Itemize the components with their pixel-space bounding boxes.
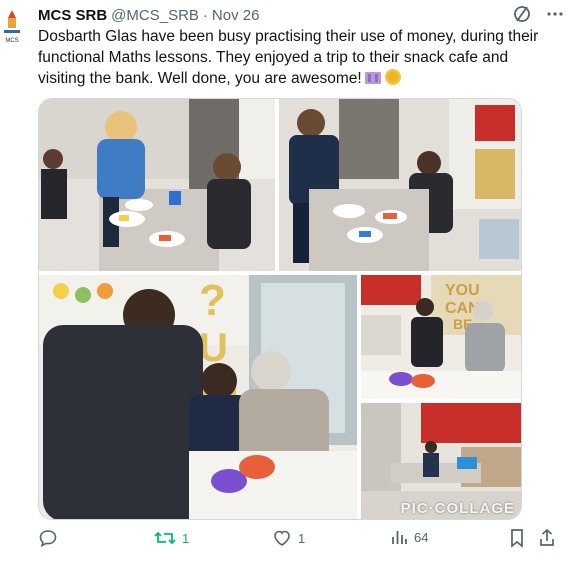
photo-classroom[interactable]: PIC·COLLAGE bbox=[361, 403, 521, 519]
share-button[interactable] bbox=[538, 528, 556, 548]
svg-text:MCS: MCS bbox=[5, 38, 18, 44]
retweet-count: 1 bbox=[182, 530, 190, 546]
wall-word-you: YOU bbox=[445, 282, 480, 299]
reply-button[interactable] bbox=[38, 528, 64, 548]
money-icon bbox=[364, 70, 382, 92]
tweet-header: MCS SRB @MCS_SRB · Nov 26 bbox=[38, 4, 586, 26]
views-button[interactable]: 64 bbox=[390, 528, 428, 546]
photo-bank-visit[interactable]: ? U AN bbox=[39, 275, 357, 519]
bookmark-button[interactable] bbox=[508, 528, 526, 548]
author-handle[interactable]: @MCS_SRB bbox=[111, 7, 199, 24]
views-count: 64 bbox=[414, 529, 429, 545]
views-icon bbox=[390, 528, 408, 546]
media-collage[interactable]: ? U AN YOU CAN BE bbox=[38, 98, 522, 520]
like-count: 1 bbox=[298, 530, 306, 546]
tweet-text: Dosbarth Glas have been busy practising … bbox=[38, 26, 558, 92]
wall-letters-u: U bbox=[199, 326, 228, 370]
tweet-body: Dosbarth Glas have been busy practising … bbox=[38, 28, 539, 87]
wall-letters-q: ? bbox=[199, 276, 226, 325]
collage-watermark: PIC·COLLAGE bbox=[400, 500, 515, 517]
author-avatar[interactable]: MCS bbox=[0, 8, 24, 48]
coin-icon bbox=[384, 68, 402, 92]
more-options-icon[interactable] bbox=[546, 5, 564, 23]
tweet-date[interactable]: Nov 26 bbox=[212, 7, 260, 24]
action-bar: 1 1 64 bbox=[38, 528, 568, 554]
heart-icon bbox=[272, 528, 292, 548]
bookmark-icon bbox=[508, 528, 526, 548]
reply-icon bbox=[38, 528, 58, 548]
retweet-icon bbox=[154, 528, 176, 548]
author-name[interactable]: MCS SRB bbox=[38, 7, 107, 24]
photo-you-can-be-wall[interactable]: YOU CAN BE bbox=[361, 275, 521, 399]
share-icon bbox=[538, 528, 556, 548]
like-button[interactable]: 1 bbox=[272, 528, 305, 548]
photo-cafe-table-2[interactable] bbox=[279, 99, 521, 271]
header-icons bbox=[512, 4, 564, 24]
separator-dot: · bbox=[202, 6, 208, 24]
photo-cafe-table-1[interactable] bbox=[39, 99, 275, 271]
grok-icon[interactable] bbox=[512, 4, 532, 24]
retweet-button[interactable]: 1 bbox=[154, 528, 189, 548]
